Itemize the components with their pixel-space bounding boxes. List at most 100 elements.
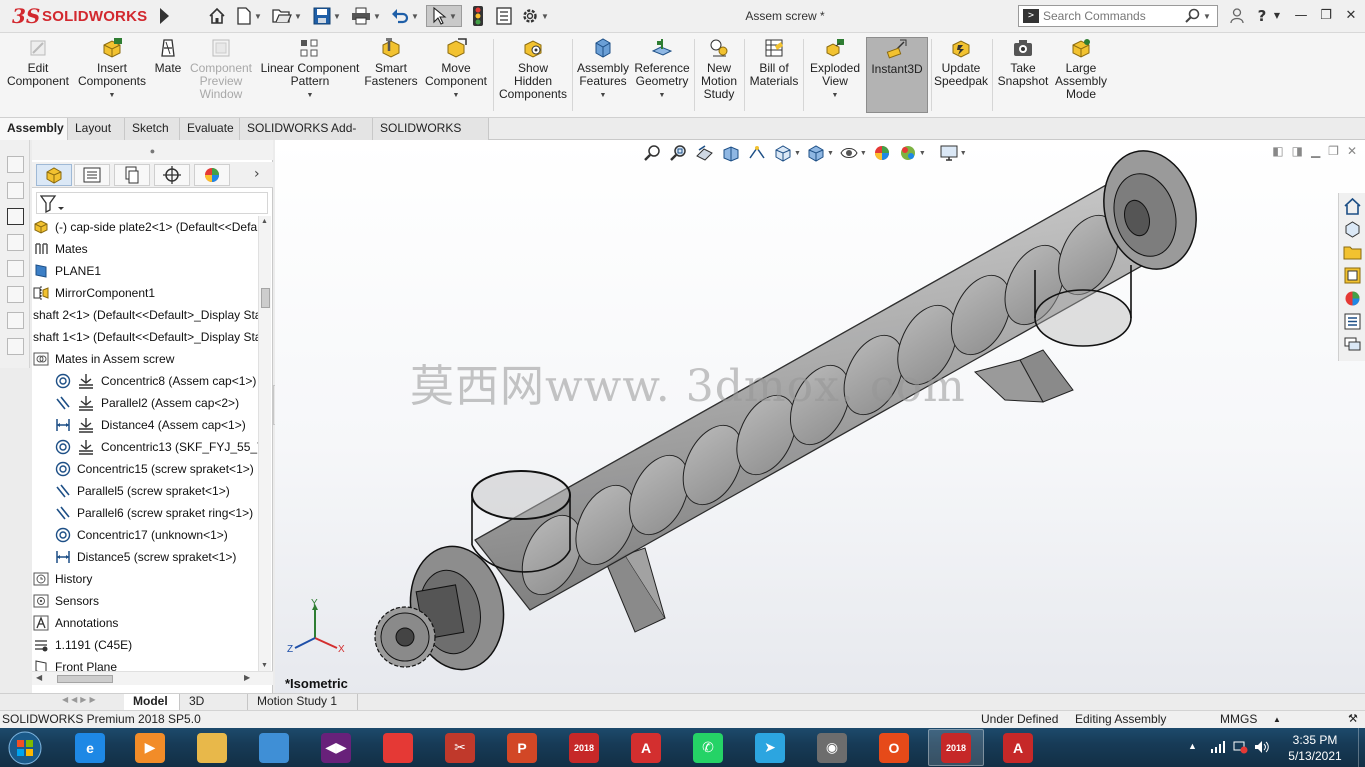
taskbar-app-button[interactable]: ◀▶ <box>308 729 364 766</box>
dropdown-arrow-icon[interactable]: ▼ <box>109 89 116 102</box>
tab-assembly[interactable]: Assembly <box>0 118 68 140</box>
menu-expand-arrow-icon[interactable] <box>160 8 169 24</box>
configuration-manager-tab[interactable] <box>114 164 150 186</box>
volume-icon[interactable] <box>1254 740 1270 754</box>
property-manager-tab[interactable] <box>74 164 110 186</box>
smart-fasteners-button[interactable]: Smart Fasteners <box>364 37 418 113</box>
network-warning-icon[interactable] <box>1232 740 1248 754</box>
scroll-thumb[interactable] <box>57 675 113 683</box>
tree-item-distance4[interactable]: Distance4 (Assem cap<1>) <box>54 414 246 436</box>
tab-layout[interactable]: Layout <box>68 118 125 140</box>
tree-vertical-scrollbar[interactable]: ▲ ▼ <box>258 216 271 671</box>
taskbar-app-button[interactable] <box>246 729 302 766</box>
tree-item-sensors[interactable]: Sensors <box>32 590 99 612</box>
graphics-area[interactable]: ▼ ▼ ▼ ▼ ▼ ◧ ◨ ▁ ❐ ✕ X Y Z 莫西网www. 3dmox.… <box>275 140 1365 693</box>
taskbar-app-button[interactable]: e <box>62 729 118 766</box>
display-manager-tab[interactable] <box>194 164 230 186</box>
taskbar-app-button[interactable] <box>370 729 426 766</box>
view-palette-icon[interactable] <box>1343 266 1362 285</box>
taskbar-clock[interactable]: 3:35 PM 5/13/2021 <box>1280 732 1350 764</box>
balloon-icon[interactable] <box>7 234 24 251</box>
home-icon[interactable] <box>206 5 228 27</box>
dropdown-arrow-icon[interactable]: ▼ <box>600 89 607 102</box>
update-speedpak-button[interactable]: Update Speedpak <box>933 37 989 113</box>
dropdown-arrow-icon[interactable]: ▼ <box>453 89 460 102</box>
scroll-thumb[interactable] <box>261 288 270 308</box>
auto-balloon-icon[interactable] <box>7 260 24 277</box>
tree-item-concentric13[interactable]: Concentric13 (SKF_FYJ_55_TF <box>54 436 258 458</box>
insert-components-button[interactable]: Insert Components ▼ <box>76 37 148 113</box>
tree-filter[interactable] <box>36 192 268 214</box>
move-component-button[interactable]: Move Component ▼ <box>422 37 490 113</box>
tree-item-mates[interactable]: Mates <box>32 238 88 260</box>
taskbar-app-button[interactable]: A <box>990 729 1046 766</box>
tree-item-history[interactable]: History <box>32 568 92 590</box>
tree-item-mates-in-assem-screw[interactable]: Mates in Assem screw <box>32 348 174 370</box>
datum-icon[interactable] <box>7 338 24 355</box>
tree-item-concentric8[interactable]: Concentric8 (Assem cap<1>) <box>54 370 256 392</box>
tree-item-annotations[interactable]: Annotations <box>32 612 118 634</box>
taskbar-app-button[interactable]: A <box>618 729 674 766</box>
scroll-right-arrow-icon[interactable]: ▶ <box>244 673 250 682</box>
options-gear-icon[interactable]: ▼ <box>518 5 552 27</box>
weld-symbol-icon[interactable] <box>7 312 24 329</box>
tree-item-concentric15[interactable]: Concentric15 (screw spraket<1>) <box>54 458 254 480</box>
dimxpert-manager-tab[interactable] <box>154 164 190 186</box>
linear-component-pattern-button[interactable]: Linear Component Pattern ▼ <box>258 37 362 113</box>
show-desktop-button[interactable] <box>1358 728 1365 767</box>
taskbar-app-button[interactable]: 2018 <box>928 729 984 766</box>
reference-geometry-button[interactable]: Reference Geometry ▼ <box>632 37 692 113</box>
select-icon[interactable]: ▼ <box>426 5 462 27</box>
large-assembly-mode-button[interactable]: Large Assembly Mode <box>1054 37 1108 113</box>
solidworks-logo[interactable]: 3S SOLIDWORKS <box>10 3 156 30</box>
windows-start-icon[interactable] <box>4 730 46 765</box>
forum-icon[interactable] <box>1343 335 1362 354</box>
file-properties-icon[interactable] <box>493 5 515 27</box>
file-explorer-pane-icon[interactable] <box>1343 243 1362 262</box>
taskbar-app-button[interactable]: ➤ <box>742 729 798 766</box>
mate-button[interactable]: Mate <box>150 37 186 113</box>
custom-properties-icon[interactable] <box>1343 312 1362 331</box>
taskbar-app-button[interactable]: ▶ <box>122 729 178 766</box>
solidworks-resources-icon[interactable] <box>1343 197 1362 216</box>
status-units[interactable]: MMGS <box>1220 711 1257 728</box>
tab-sketch[interactable]: Sketch <box>125 118 180 140</box>
dropdown-arrow-icon[interactable]: ▼ <box>307 89 314 102</box>
assembly-features-button[interactable]: Assembly Features ▼ <box>576 37 630 113</box>
note-icon[interactable] <box>7 182 24 199</box>
tree-item-shaft-1[interactable]: shaft 1<1> (Default<<Default>_Display St… <box>33 326 258 348</box>
tree-item-shaft-2[interactable]: shaft 2<1> (Default<<Default>_Display St… <box>33 304 258 326</box>
text-icon[interactable] <box>7 156 24 173</box>
tab-motion-study-1[interactable]: Motion Study 1 <box>248 694 358 710</box>
search-dropdown-icon[interactable]: ▼ <box>1203 12 1211 21</box>
search-input[interactable] <box>1043 9 1183 23</box>
panel-grip-icon[interactable]: ● <box>32 140 273 160</box>
tree-item-mirror-component[interactable]: MirrorComponent1 <box>32 282 155 304</box>
scroll-up-arrow-icon[interactable]: ▲ <box>261 218 268 225</box>
restore-button[interactable]: ❐ <box>1315 6 1337 26</box>
signal-icon[interactable] <box>1210 741 1226 753</box>
undo-icon[interactable]: ▼ <box>388 5 422 27</box>
scroll-down-arrow-icon[interactable]: ▼ <box>261 662 268 669</box>
surface-finish-icon[interactable] <box>7 286 24 303</box>
component-preview-window-button[interactable]: Component Preview Window <box>188 37 254 113</box>
tab-evaluate[interactable]: Evaluate <box>180 118 240 140</box>
tab-scroll-arrows-icon[interactable]: ◀◀▶▶ <box>62 695 124 709</box>
tray-overflow-icon[interactable]: ▲ <box>1188 741 1197 751</box>
tree-item-parallel5[interactable]: Parallel5 (screw spraket<1>) <box>54 480 230 502</box>
design-library-icon[interactable] <box>1343 220 1362 239</box>
dropdown-arrow-icon[interactable]: ▼ <box>832 89 839 102</box>
open-icon[interactable]: ▼ <box>270 5 304 27</box>
search-icon[interactable] <box>1185 8 1201 24</box>
tab-3d-views[interactable]: 3D Views <box>180 694 248 723</box>
appearances-scenes-icon[interactable] <box>1343 289 1362 308</box>
take-snapshot-button[interactable]: Take Snapshot <box>996 37 1050 113</box>
save-icon[interactable]: ▼ <box>310 5 344 27</box>
edit-component-button[interactable]: Edit Component <box>4 37 72 113</box>
tab-solidworks-addins[interactable]: SOLIDWORKS Add-Ins <box>240 118 373 156</box>
feature-manager-tab[interactable] <box>36 164 72 186</box>
taskbar-app-button[interactable]: ◉ <box>804 729 860 766</box>
annotation-a-icon[interactable] <box>7 208 24 225</box>
new-document-icon[interactable]: ▼ <box>232 5 266 27</box>
tab-solidworks-mbd[interactable]: SOLIDWORKS MBD <box>373 118 489 156</box>
